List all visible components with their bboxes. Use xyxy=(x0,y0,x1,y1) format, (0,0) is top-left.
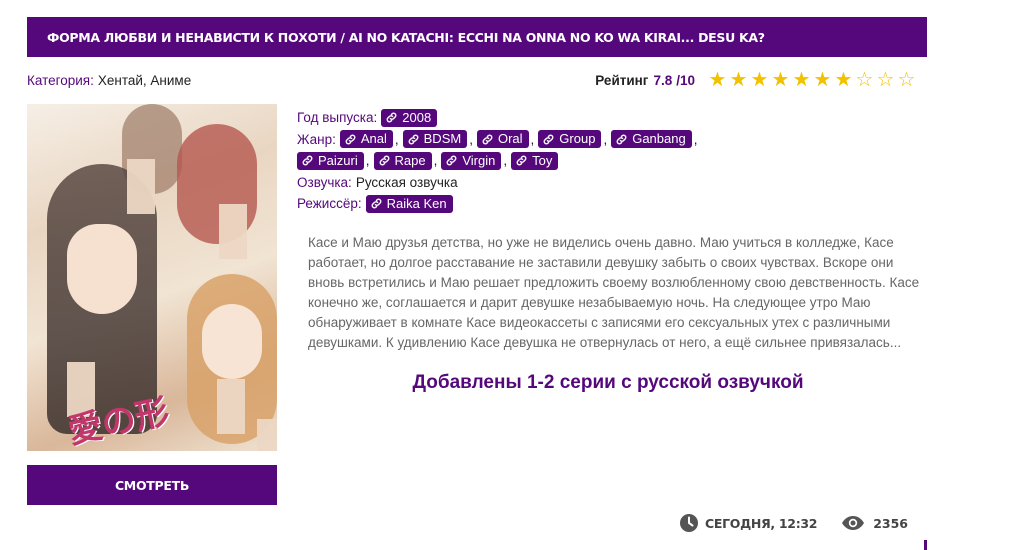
star-full-icon[interactable]: ★ xyxy=(812,70,833,90)
voice-row: Озвучка: Русская озвучка xyxy=(297,172,917,194)
link-icon xyxy=(482,134,493,145)
genre-tag-label: Paizuri xyxy=(318,152,358,168)
separator: , xyxy=(693,131,698,147)
star-full-icon[interactable]: ★ xyxy=(770,70,791,90)
year-value: 2008 xyxy=(402,109,432,125)
director-row: Режиссёр: Raika Ken xyxy=(297,193,917,215)
genre-tag[interactable]: Rape xyxy=(373,151,432,170)
genre-tag[interactable]: Paizuri xyxy=(297,151,364,170)
rating-stars[interactable]: ★ ★ ★ ★ ★ ★ ★ ☆ ☆ ☆ xyxy=(707,70,917,90)
link-icon xyxy=(516,155,527,166)
link-icon xyxy=(446,155,457,166)
link-icon xyxy=(345,134,356,145)
voice-value: Русская озвучка xyxy=(355,174,458,190)
genre-tag[interactable]: BDSM xyxy=(402,130,468,149)
star-full-icon[interactable]: ★ xyxy=(791,70,812,90)
link-icon xyxy=(302,155,313,166)
genre-tag-label: Anal xyxy=(360,131,387,147)
director-label: Режиссёр: xyxy=(297,196,362,211)
separator: , xyxy=(365,153,370,168)
rating: Рейтинг 7.8 /10 ★ ★ ★ ★ ★ ★ ★ ☆ ☆ ☆ xyxy=(595,70,917,90)
post-date: СЕГОДНЯ, 12:32 xyxy=(704,515,818,531)
eye-icon xyxy=(842,516,865,530)
link-icon xyxy=(616,134,627,145)
link-icon xyxy=(371,198,382,209)
genre-tag[interactable]: Group xyxy=(538,130,602,149)
poster-image[interactable]: 愛の形 xyxy=(27,104,277,451)
director-tag[interactable]: Raika Ken xyxy=(365,194,453,213)
star-empty-icon[interactable]: ☆ xyxy=(896,70,917,90)
genre-tag[interactable]: Toy xyxy=(511,151,559,170)
page-title: ФОРМА ЛЮБВИ И НЕНАВИСТИ К ПОХОТИ / AI NO… xyxy=(27,17,927,57)
link-icon xyxy=(543,134,554,145)
star-full-icon[interactable]: ★ xyxy=(749,70,770,90)
added-episodes-note: Добавлены 1-2 серии с русской озвучкой xyxy=(412,372,804,393)
director-value: Raika Ken xyxy=(386,195,447,211)
separator: , xyxy=(394,131,399,147)
year-row: Год выпуска: 2008 xyxy=(297,107,917,129)
genre-tag-label: Toy xyxy=(532,152,553,168)
link-icon xyxy=(379,155,389,166)
genre-tag-label: Rape xyxy=(394,152,426,168)
separator: , xyxy=(530,131,535,147)
edge-divider xyxy=(924,540,927,550)
genre-tag[interactable]: Oral xyxy=(476,130,529,149)
star-empty-icon[interactable]: ☆ xyxy=(875,70,896,90)
genre-tag-label: Group xyxy=(559,131,596,147)
view-count: 2356 xyxy=(873,515,908,531)
star-full-icon[interactable]: ★ xyxy=(728,70,749,90)
separator: , xyxy=(433,153,438,168)
genre-tag[interactable]: Anal xyxy=(339,130,393,149)
link-icon xyxy=(386,112,397,123)
watch-button[interactable]: СМОТРЕТЬ xyxy=(27,465,277,505)
year-tag[interactable]: 2008 xyxy=(381,108,438,127)
star-full-icon[interactable]: ★ xyxy=(833,70,854,90)
separator: , xyxy=(503,153,508,168)
link-icon xyxy=(408,134,419,145)
genre-tag-label: Oral xyxy=(497,131,523,147)
year-label: Год выпуска: xyxy=(297,110,378,125)
genre-tag-label: Ganbang xyxy=(632,131,686,147)
meta-row: Категория: Хентай, Аниме Рейтинг 7.8 /10… xyxy=(27,70,917,90)
genre-row: Жанр: Anal, BDSM, Oral, Group, Ganbang, Paizu… xyxy=(297,129,917,172)
star-empty-icon[interactable]: ☆ xyxy=(854,70,875,90)
genre-tag-label: Virgin xyxy=(462,152,496,168)
genre-tag-label: BDSM xyxy=(423,131,462,147)
category-label: Категория: xyxy=(27,72,94,88)
star-full-icon[interactable]: ★ xyxy=(707,70,728,90)
genre-tag[interactable]: Ganbang xyxy=(611,130,692,149)
rating-value: 7.8 xyxy=(653,72,673,88)
genre-label: Жанр: xyxy=(297,131,336,147)
clock-icon xyxy=(679,514,698,532)
separator: , xyxy=(603,131,608,147)
voice-label: Озвучка: xyxy=(297,174,352,190)
rating-label: Рейтинг xyxy=(595,72,649,88)
description: Касе и Маю друзья детства, но уже не вид… xyxy=(308,235,920,350)
rating-max: /10 xyxy=(676,72,695,88)
separator: , xyxy=(469,131,473,147)
genre-tag[interactable]: Virgin xyxy=(441,151,502,170)
post-footer: СЕГОДНЯ, 12:32 2356 xyxy=(679,513,908,533)
category-value[interactable]: Хентай, Аниме xyxy=(98,73,191,88)
info-block: Год выпуска: 2008 Жанр: Anal, BDSM, Oral, G… xyxy=(297,107,917,215)
